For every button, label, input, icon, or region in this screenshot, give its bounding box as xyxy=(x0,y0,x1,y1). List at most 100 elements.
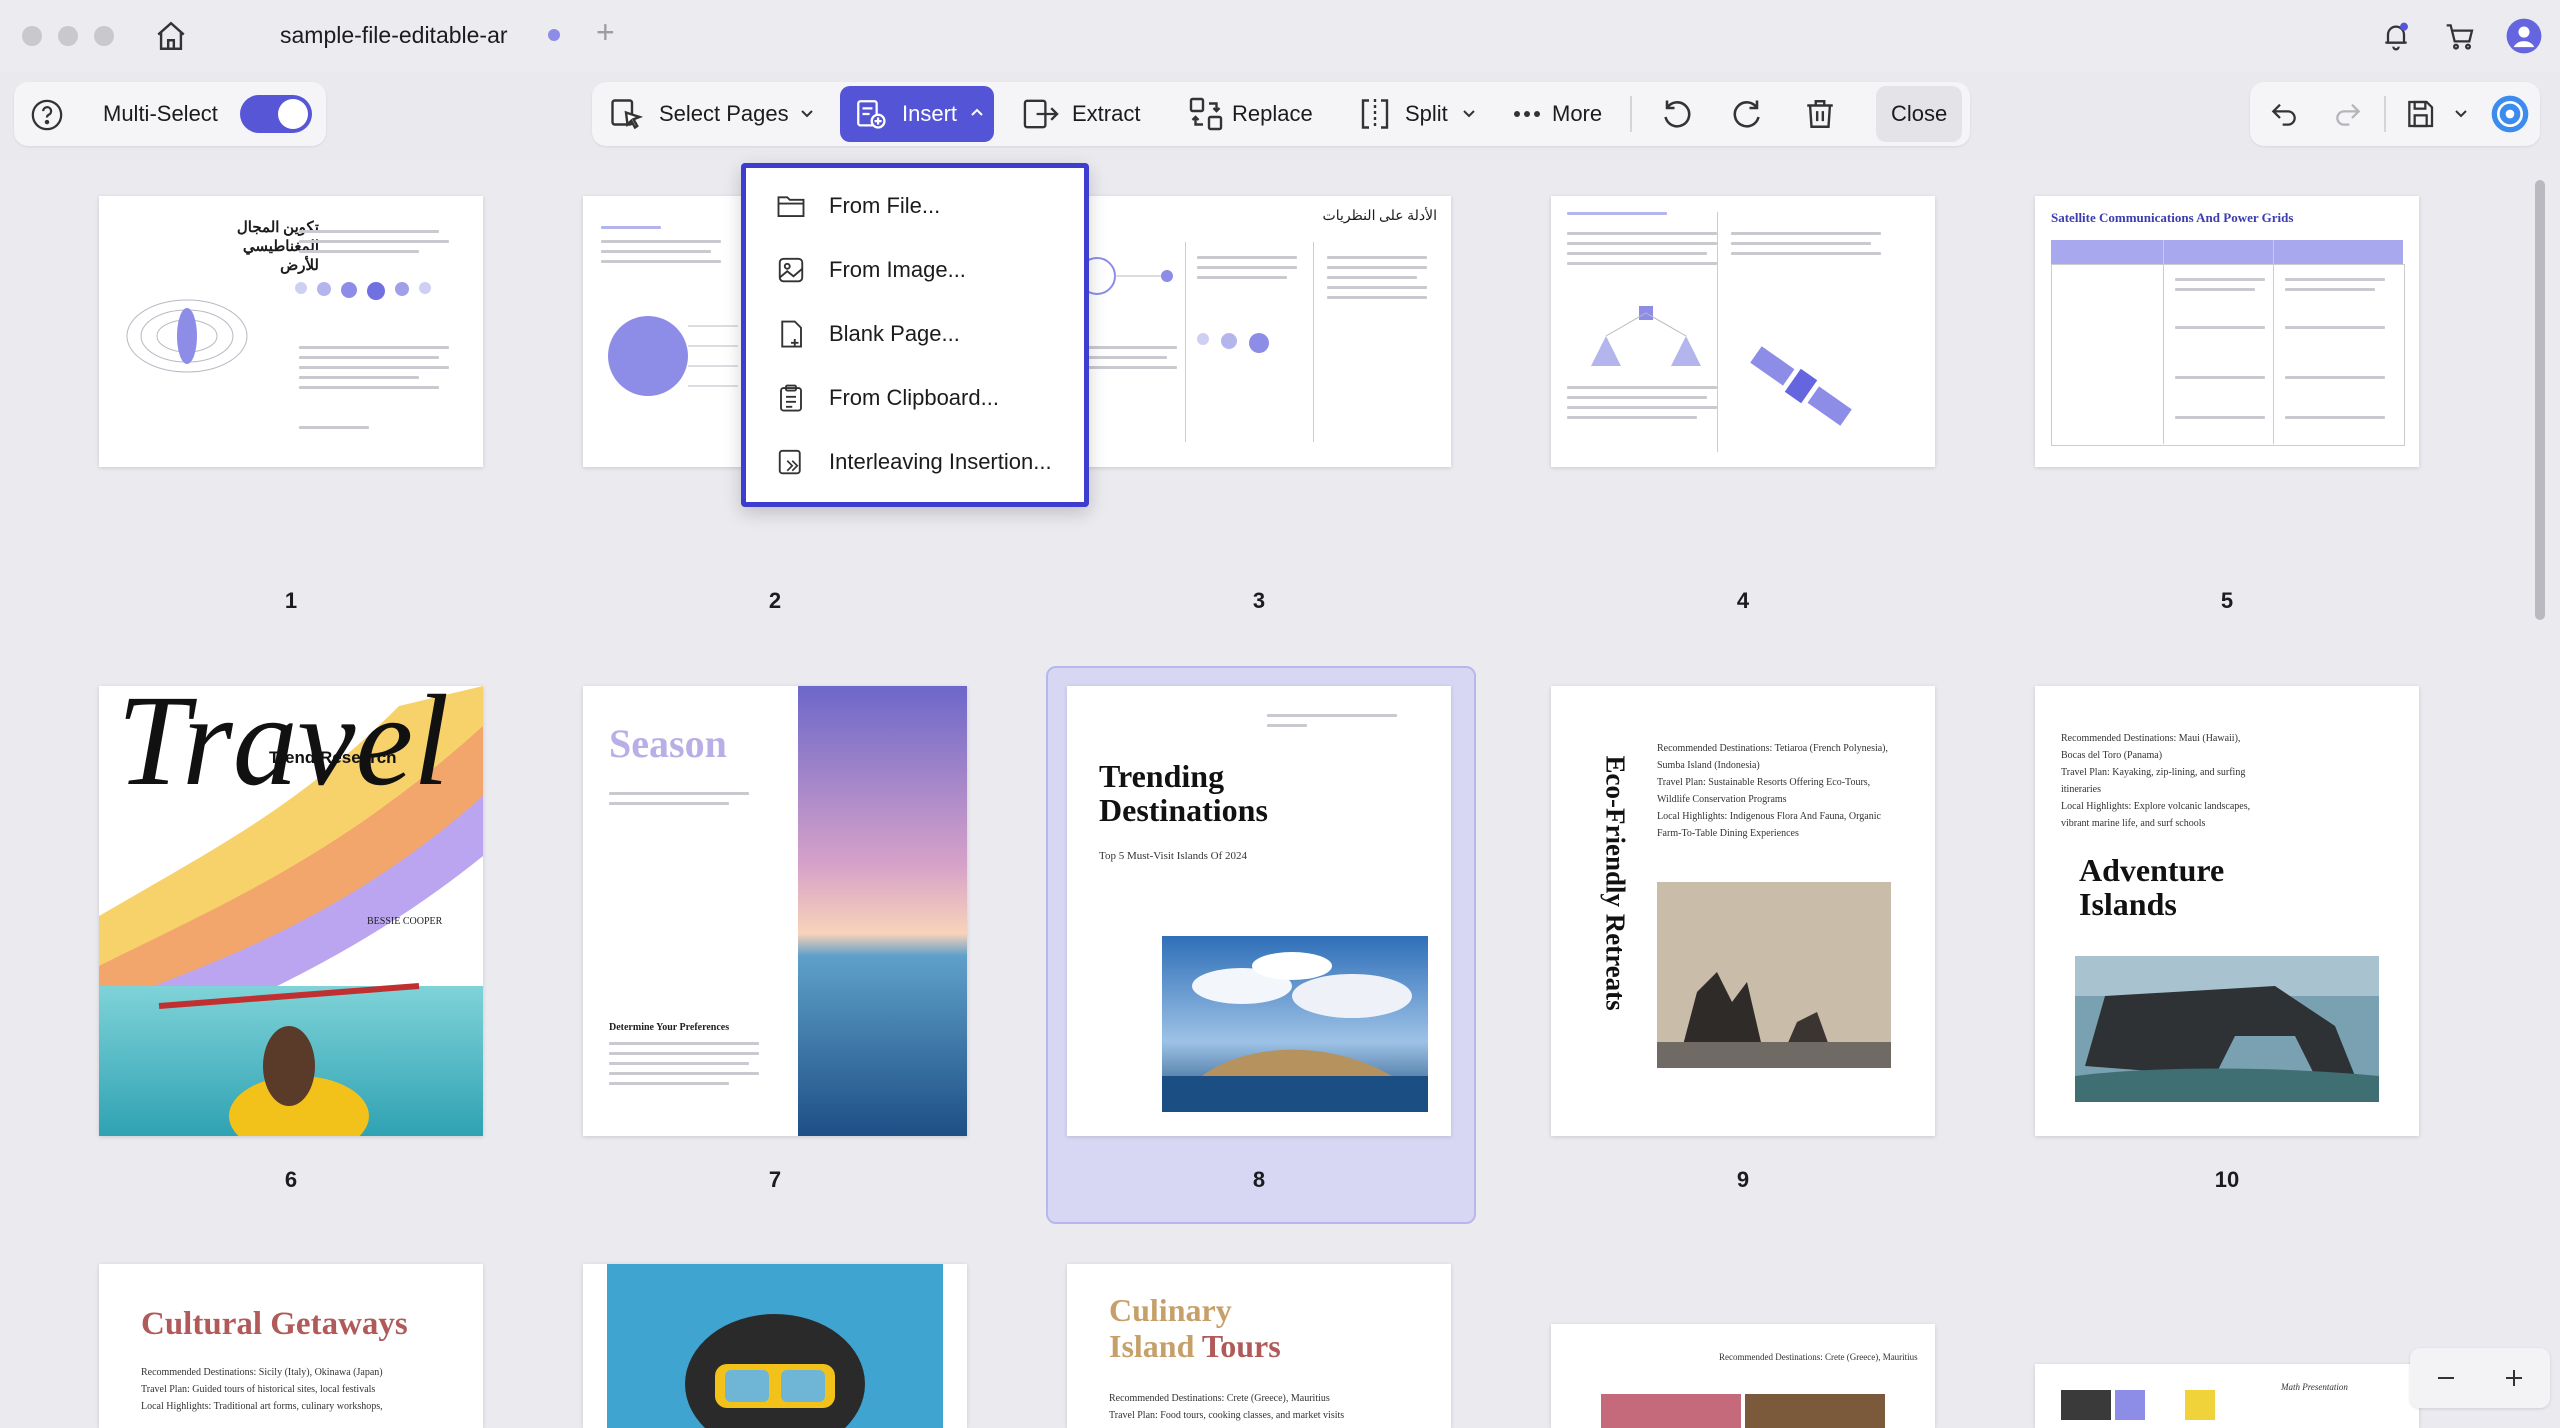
menu-item-from-clipboard[interactable]: From Clipboard... xyxy=(746,368,1084,428)
page-number: 1 xyxy=(284,588,298,613)
delete-icon[interactable] xyxy=(1800,94,1840,134)
multi-select-label: Multi-Select xyxy=(103,101,218,126)
blank-page-icon xyxy=(781,320,802,348)
page-3-dots xyxy=(1197,333,1269,353)
page-14-text: Recommended Destinations: Crete (Greece)… xyxy=(1719,1352,1918,1362)
replace-button[interactable]: Replace xyxy=(1232,101,1313,127)
page-thumbnail-11[interactable]: Cultural Getaways Recommended Destinatio… xyxy=(99,1264,483,1428)
page-thumbnail-10[interactable]: Recommended Destinations: Maui (Hawaii),… xyxy=(2035,686,2419,1136)
page-thumbnail-1[interactable]: تكوين المجال المغناطيسي للأرض xyxy=(99,196,483,467)
table-header xyxy=(2051,240,2403,264)
page-11-text: Recommended Destinations: Sicily (Italy)… xyxy=(141,1367,383,1412)
page-number: 9 xyxy=(1736,1167,1750,1192)
more-button[interactable]: More xyxy=(1552,101,1602,127)
redo-icon[interactable] xyxy=(2328,94,2368,134)
ai-assistant-icon[interactable] xyxy=(2488,92,2532,136)
page-thumbnail-8[interactable]: Trending Destinations Top 5 Must-Visit I… xyxy=(1067,686,1451,1136)
window-minimize-control[interactable] xyxy=(58,26,78,46)
page-number: 6 xyxy=(284,1167,298,1192)
island-photo xyxy=(1162,936,1428,1112)
insert-dropdown-menu: From File... From Image... Blank Page...… xyxy=(741,163,1089,507)
chevron-up-icon[interactable] xyxy=(968,104,986,122)
interleave-icon xyxy=(778,449,801,475)
more-icon[interactable] xyxy=(1510,100,1544,128)
rotate-left-icon[interactable] xyxy=(1656,94,1696,134)
page-3-title: الأدلة على النظريات xyxy=(1322,209,1437,224)
page-8-title-line2: Destinations xyxy=(1099,792,1268,828)
split-button[interactable]: Split xyxy=(1405,101,1448,127)
page-thumbnail-15[interactable]: Math Presentation xyxy=(2035,1364,2419,1428)
page-6-subtitle: Trend Research xyxy=(269,748,397,767)
menu-item-interleaving-insertion[interactable]: Interleaving Insertion... xyxy=(746,432,1084,492)
page-thumbnail-9[interactable]: Eco-Friendly Retreats Recommended Destin… xyxy=(1551,686,1935,1136)
chevron-down-icon[interactable] xyxy=(1460,104,1478,122)
menu-item-from-image[interactable]: From Image... xyxy=(746,240,1084,300)
notification-icon[interactable] xyxy=(2376,16,2416,56)
page-14-photo-strip xyxy=(1601,1394,1885,1428)
page-thumbnail-5[interactable]: Satellite Communications And Power Grids xyxy=(2035,196,2419,467)
insert-icon[interactable] xyxy=(852,95,890,133)
help-icon[interactable] xyxy=(28,96,66,134)
page-thumbnail-3[interactable]: الأدلة على النظريات xyxy=(1067,196,1451,467)
rotate-right-icon[interactable] xyxy=(1728,94,1768,134)
page-thumbnail-14[interactable]: Recommended Destinations: Crete (Greece)… xyxy=(1551,1324,1935,1428)
scrollbar[interactable] xyxy=(2535,180,2545,620)
replace-icon[interactable] xyxy=(1186,94,1226,134)
folder-icon xyxy=(777,196,805,217)
save-icon[interactable] xyxy=(2400,94,2440,134)
sea-arch-photo xyxy=(2075,956,2379,1102)
rock-formation-photo xyxy=(1657,882,1891,1068)
chevron-down-icon[interactable] xyxy=(798,104,816,122)
close-button-label[interactable]: Close xyxy=(1891,101,1947,127)
page-10-title-line2: Islands xyxy=(2079,886,2177,922)
chevron-down-icon[interactable] xyxy=(2452,104,2470,122)
clipboard-icon xyxy=(780,384,802,412)
page-thumbnail-4[interactable] xyxy=(1551,196,1935,467)
snorkel-photo xyxy=(607,1264,943,1428)
magnetic-field-diagram xyxy=(126,299,248,373)
multi-select-toggle[interactable] xyxy=(240,95,312,133)
page-11-title: Cultural Getaways xyxy=(141,1306,408,1342)
user-avatar-icon[interactable] xyxy=(2502,14,2546,58)
undo-icon[interactable] xyxy=(2264,94,2304,134)
page-13-title-line1: Culinary xyxy=(1109,1292,1232,1328)
menu-item-blank-page[interactable]: Blank Page... xyxy=(746,304,1084,364)
cart-icon[interactable] xyxy=(2440,16,2480,56)
page-13-text: Recommended Destinations: Crete (Greece)… xyxy=(1109,1393,1345,1421)
zoom-out-icon[interactable] xyxy=(2430,1362,2462,1394)
page-10-text: Recommended Destinations: Maui (Hawaii),… xyxy=(2061,733,2251,829)
page-number: 2 xyxy=(768,588,782,613)
page-thumbnail-7[interactable]: Season Determine Your Preferences xyxy=(583,686,967,1136)
page-number: 5 xyxy=(2220,588,2234,613)
page-5-title: Satellite Communications And Power Grids xyxy=(2051,210,2294,225)
page-7-title: Season xyxy=(609,721,727,766)
page-9-title: Eco-Friendly Retreats xyxy=(1600,755,1631,1011)
page-thumbnail-12[interactable] xyxy=(583,1264,967,1428)
toolbar-divider xyxy=(1630,96,1632,132)
page-number: 7 xyxy=(768,1167,782,1192)
page-8-subtitle: Top 5 Must-Visit Islands Of 2024 xyxy=(1099,850,1247,862)
page-number: 10 xyxy=(2214,1167,2240,1192)
page-6-author: BESSIE COOPER xyxy=(367,916,443,927)
home-icon[interactable] xyxy=(150,16,192,56)
page-number: 3 xyxy=(1252,588,1266,613)
page-number: 8 xyxy=(1252,1167,1266,1192)
sphere-diagram xyxy=(608,316,738,396)
unsaved-indicator xyxy=(548,29,560,41)
select-pages-icon[interactable] xyxy=(606,94,646,134)
new-tab-icon[interactable]: + xyxy=(596,14,615,51)
select-pages-button[interactable]: Select Pages xyxy=(659,101,789,127)
extract-icon[interactable] xyxy=(1020,94,1062,134)
page-10-title-line1: Adventure xyxy=(2079,852,2225,888)
zoom-in-icon[interactable] xyxy=(2498,1362,2530,1394)
page-thumbnail-13[interactable]: Culinary Island Tours Recommended Destin… xyxy=(1067,1264,1451,1428)
page-thumbnail-6[interactable]: Travel Trend Research BESSIE COOPER xyxy=(99,686,483,1136)
split-icon[interactable] xyxy=(1355,94,1395,134)
window-close-control[interactable] xyxy=(22,26,42,46)
page-8-title-line1: Trending xyxy=(1099,758,1225,794)
window-zoom-control[interactable] xyxy=(94,26,114,46)
menu-item-from-file[interactable]: From File... xyxy=(746,176,1084,236)
document-tab-title[interactable]: sample-file-editable-ar xyxy=(280,22,508,49)
extract-button[interactable]: Extract xyxy=(1072,101,1140,127)
insert-button-label[interactable]: Insert xyxy=(902,101,957,127)
